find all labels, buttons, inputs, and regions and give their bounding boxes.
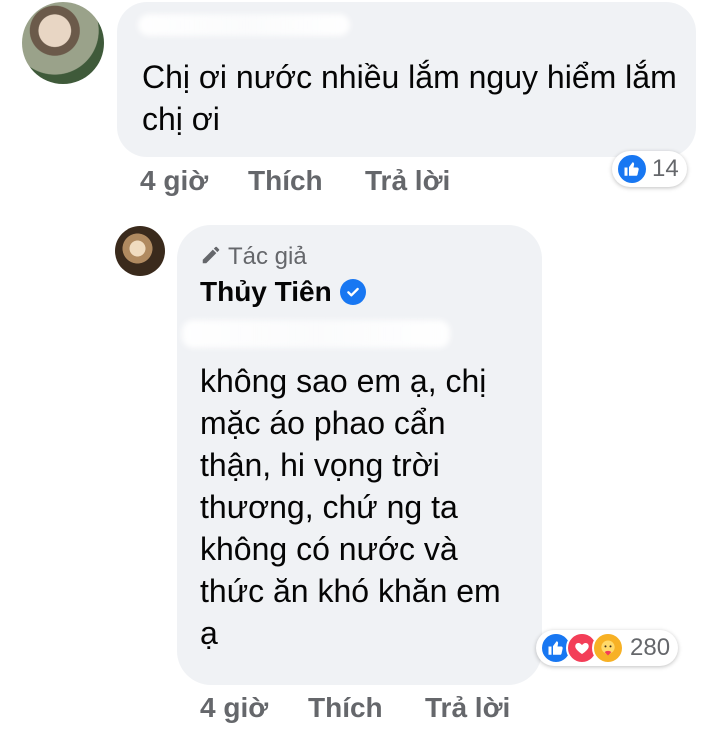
comment-text: Chị ơi nước nhiều lắm nguy hiểm lắm chị … bbox=[142, 59, 677, 137]
author-name[interactable]: Thủy Tiên bbox=[200, 276, 332, 308]
reply-text: không sao em ạ, chị mặc áo phao cẩn thận… bbox=[200, 363, 501, 651]
author-badge-label: Tác giả bbox=[228, 243, 307, 270]
author-name-row: Thủy Tiên bbox=[200, 276, 366, 308]
like-button[interactable]: Thích bbox=[308, 692, 383, 724]
reaction-summary[interactable]: 280 bbox=[536, 630, 679, 666]
care-icon bbox=[592, 632, 624, 664]
commenter-avatar[interactable] bbox=[22, 2, 104, 84]
reaction-count: 280 bbox=[630, 634, 671, 661]
comment-time[interactable]: 4 giờ bbox=[140, 165, 208, 197]
blurred-text bbox=[182, 320, 450, 348]
like-button[interactable]: Thích bbox=[248, 165, 323, 197]
reaction-count: 14 bbox=[652, 155, 679, 182]
author-badge: Tác giả bbox=[200, 243, 307, 271]
reply-button[interactable]: Trả lời bbox=[425, 692, 510, 724]
reply-button[interactable]: Trả lời bbox=[365, 165, 450, 197]
author-avatar[interactable] bbox=[115, 226, 165, 276]
verified-check-icon bbox=[339, 279, 366, 305]
reaction-summary[interactable]: 14 bbox=[612, 151, 687, 187]
comment-time[interactable]: 4 giờ bbox=[200, 692, 268, 724]
like-icon bbox=[616, 153, 648, 185]
pencil-icon bbox=[200, 244, 222, 271]
commenter-name-blurred[interactable] bbox=[138, 14, 350, 36]
